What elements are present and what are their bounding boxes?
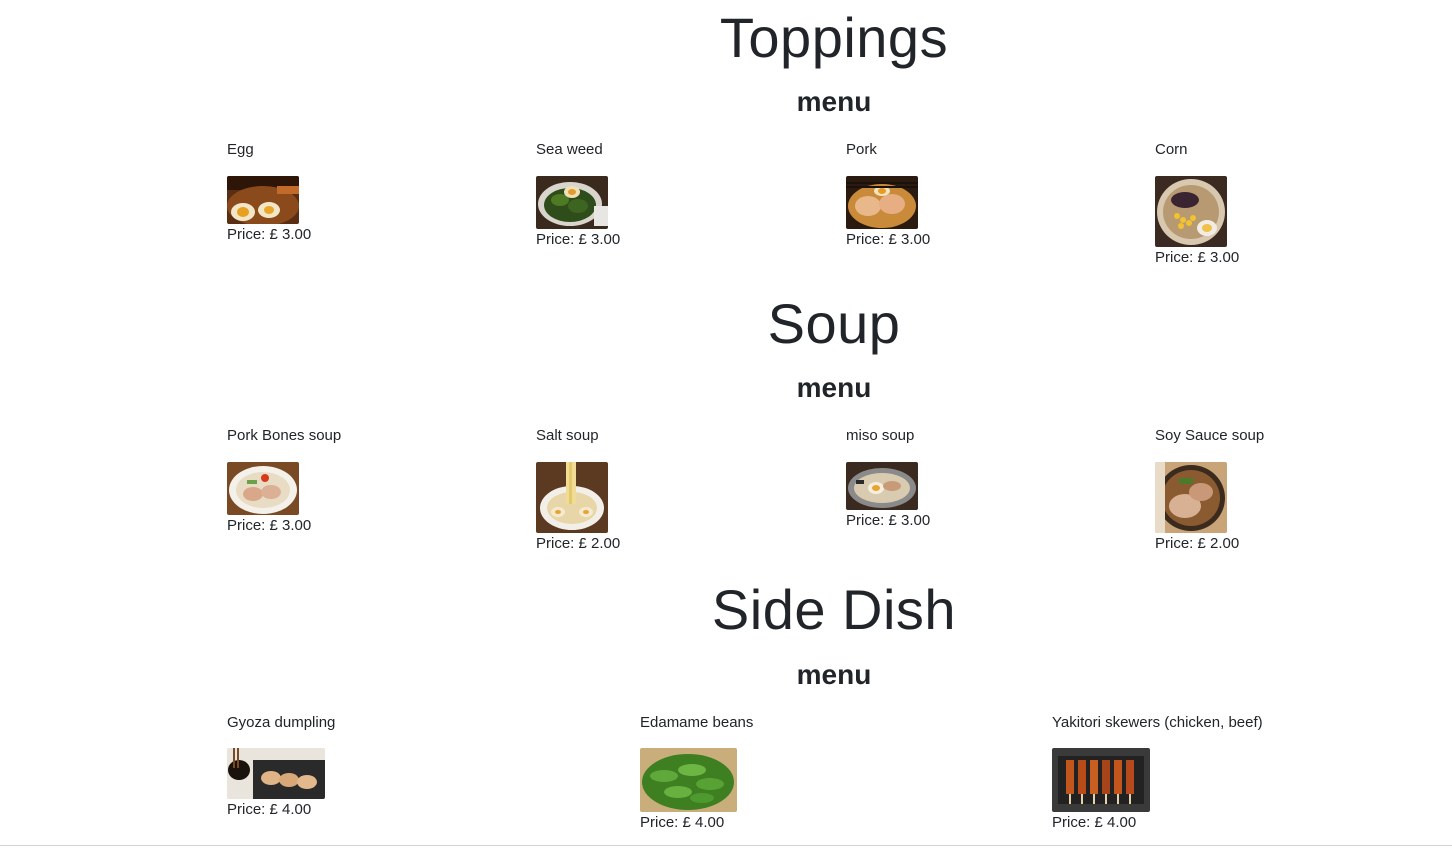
section-title-soup: Soup: [767, 292, 901, 355]
item-price: Price: £ 3.00: [846, 512, 931, 529]
item-name: Yakitori skewers (chicken, beef): [1052, 714, 1263, 731]
item-photo: [1052, 748, 1150, 812]
menu-item-pork: Pork Price: £ 3.00: [846, 141, 930, 249]
item-name: Gyoza dumpling: [227, 714, 336, 731]
menu-item-egg: Egg Price: £ 3.00: [227, 141, 311, 244]
item-price: Price: £ 3.00: [227, 226, 312, 243]
menu-item-soy-sauce-soup: Soy Sauce soup Price: £ 2.00: [1155, 427, 1264, 553]
menu-item-salt-soup: Salt soup Price: £ 2.00: [536, 427, 620, 553]
section-subtitle-soup: menu: [796, 372, 872, 403]
item-photo: [846, 176, 918, 229]
item-price: Price: £ 2.00: [536, 535, 621, 552]
item-name: Sea weed: [536, 141, 603, 158]
item-price: Price: £ 3.00: [227, 517, 312, 534]
item-name: Salt soup: [536, 427, 599, 444]
item-price: Price: £ 3.00: [846, 231, 931, 248]
menu-item-sea-weed: Sea weed Price: £ 3.00: [536, 141, 620, 249]
item-name: Pork: [846, 141, 877, 158]
item-price: Price: £ 2.00: [1155, 535, 1240, 552]
menu-item-corn: Corn Price: £ 3.00: [1155, 141, 1239, 267]
item-price: Price: £ 4.00: [227, 801, 312, 818]
item-price: Price: £ 3.00: [536, 231, 621, 248]
item-photo: [1155, 176, 1227, 247]
item-photo: [227, 462, 299, 515]
section-subtitle-side-dish: menu: [796, 659, 872, 690]
menu-item-yakitori-skewers: Yakitori skewers (chicken, beef) Price: …: [1052, 714, 1263, 832]
item-name: Egg: [227, 141, 254, 158]
item-photo: [536, 176, 608, 229]
item-price: Price: £ 4.00: [1052, 814, 1137, 831]
item-price: Price: £ 4.00: [640, 814, 725, 831]
page-bottom-divider: [0, 845, 1452, 846]
section-title-side-dish: Side Dish: [711, 578, 957, 641]
menu-item-pork-bones-soup: Pork Bones soup Price: £ 3.00: [227, 427, 341, 535]
menu-item-miso-soup: miso soup Price: £ 3.00: [846, 427, 930, 530]
item-name: Pork Bones soup: [227, 427, 342, 444]
section-subtitle-toppings: menu: [796, 86, 872, 117]
item-name: miso soup: [846, 427, 915, 444]
menu-page: Toppings menu Egg Price: £ 3.00 Sea weed: [0, 0, 1452, 851]
item-photo: [640, 748, 737, 812]
item-photo: [536, 462, 608, 533]
menu-item-edamame-beans: Edamame beans Price: £ 4.00: [640, 714, 753, 832]
item-price: Price: £ 3.00: [1155, 249, 1240, 266]
item-name: Edamame beans: [640, 714, 754, 731]
item-photo: [227, 176, 299, 224]
item-name: Soy Sauce soup: [1155, 427, 1265, 444]
section-title-toppings: Toppings: [719, 6, 949, 69]
item-photo: [846, 462, 918, 510]
item-name: Corn: [1155, 141, 1188, 158]
item-photo: [1155, 462, 1227, 533]
menu-item-gyoza-dumpling: Gyoza dumpling Price: £ 4.00: [227, 714, 335, 819]
item-photo: [227, 748, 325, 799]
